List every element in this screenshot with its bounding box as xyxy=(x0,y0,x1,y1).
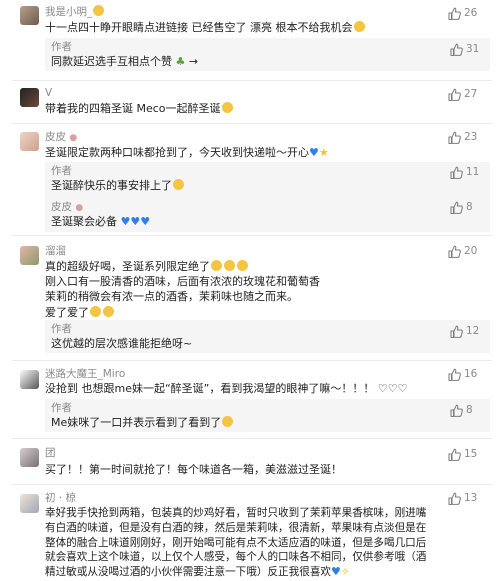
smile-emoji-icon xyxy=(224,260,235,271)
reply-author-name[interactable]: 作者 xyxy=(51,322,72,336)
reply-list: 作者 同款延迟选手互相点个赞 ♣ → 31 xyxy=(45,38,490,71)
reply-list: 作者 圣诞醉快乐的事安排上了 11 皮皮 ● 圣诞聚会必备 ♥♥♥ 8 xyxy=(45,162,490,232)
thumbs-up-icon xyxy=(448,131,461,145)
sparkle-icon: ✧ xyxy=(340,566,350,579)
blue-heart-icon: ♥ xyxy=(309,146,319,159)
thumbs-up-icon xyxy=(450,325,463,339)
comment-username[interactable]: 团 xyxy=(45,446,56,460)
reply-text: 圣诞醉快乐的事安排上了 xyxy=(51,178,185,193)
thumbs-up-icon xyxy=(448,88,461,102)
like-count: 15 xyxy=(464,448,478,460)
thumbs-up-icon xyxy=(450,166,463,180)
reply-text: Me妹咪了一口并表示看到了看到了 xyxy=(51,415,234,430)
comment-username[interactable]: 皮皮 ● xyxy=(45,130,77,145)
reply-text: 这优越的层次感谁能拒绝呀~ xyxy=(51,337,193,350)
reply-list: 作者 Me妹咪了一口并表示看到了看到了 8 xyxy=(45,399,490,432)
comment-text: 幸好我手快抢到两箱，包装真的炒鸡好看，暂时只收到了茉莉苹果香槟味，刚进嘴 有白酒… xyxy=(45,507,427,579)
like-count: 26 xyxy=(464,7,478,19)
comment-item: 初 · 椋 13 幸好我手快抢到两箱，包装真的炒鸡好看，暂时只收到了茉莉苹果香槟… xyxy=(0,485,500,581)
comment-item: 迷路大魔王_Miro 16 没抢到 也想跟me妹一起“醉圣诞”，看到我渴望的眼神… xyxy=(0,361,500,436)
thumbs-up-icon xyxy=(448,7,461,21)
smile-emoji-icon xyxy=(93,5,105,16)
pig-emoji-icon: ● xyxy=(75,203,84,213)
heart-eyes-emoji-icon xyxy=(90,305,101,317)
comment-text: 真的超级好喝，圣诞系列限定绝了 刚入口有一股清香的酒味，后面有浓浓的玫瑰花和葡萄… xyxy=(45,260,320,319)
like-count: 23 xyxy=(464,131,478,143)
comment-text: 没抢到 也想跟me妹一起“醉圣诞”，看到我渴望的眼神了嘛～！！！ ♡♡♡ xyxy=(45,382,408,395)
smile-emoji-icon xyxy=(237,260,248,271)
like-count: 11 xyxy=(466,166,480,178)
like-button[interactable]: 15 xyxy=(428,447,488,463)
avatar[interactable] xyxy=(20,246,39,265)
like-count: 12 xyxy=(466,325,480,337)
comment-username[interactable]: 初 · 椋 xyxy=(45,491,76,505)
smile-emoji-icon xyxy=(222,416,234,427)
thumbs-up-icon xyxy=(450,43,463,57)
pig-emoji-icon: ● xyxy=(69,133,78,143)
reply-author-name[interactable]: 作者 xyxy=(51,401,72,415)
thumbs-up-icon xyxy=(448,492,461,506)
like-count: 8 xyxy=(466,201,473,213)
avatar[interactable] xyxy=(20,132,39,151)
reply-author-name[interactable]: 作者 xyxy=(51,40,72,54)
laughing-emoji-icon xyxy=(353,21,365,32)
reply-text: 圣诞聚会必备 ♥♥♥ xyxy=(51,215,151,228)
like-count: 20 xyxy=(464,245,478,257)
comment-item: 溜溜 20 真的超级好喝，圣诞系列限定绝了 刚入口有一股清香的酒味，后面有浓浓的… xyxy=(0,236,500,358)
comment-username[interactable]: V xyxy=(45,86,52,100)
like-button[interactable]: 13 xyxy=(428,491,488,507)
comment-item: 我是小明_ 26 十一点四十睁开眼睛点进链接 已经售空了 漂亮 根本不给我机会 … xyxy=(0,0,500,79)
comment-item: 团 15 买了！！第一时间就抢了！每个味道各一箱，美滋滋过圣诞！ xyxy=(0,439,500,481)
reply-text: 同款延迟选手互相点个赞 ♣ → xyxy=(51,55,199,68)
reply-author-name[interactable]: 作者 xyxy=(51,164,72,178)
comment-text: 圣诞限定款两种口味都抢到了，今天收到快递啦～开心♥★ xyxy=(45,146,329,159)
comment-item: V 27 带着我的四箱圣诞 Meco一起醉圣诞 xyxy=(0,81,500,121)
comment-text: 买了！！第一时间就抢了！每个味道各一箱，美滋滋过圣诞！ xyxy=(45,463,342,476)
thumbs-up-icon xyxy=(448,245,461,259)
plant-emoji-icon: ♣ xyxy=(175,55,186,68)
thumbs-up-icon xyxy=(450,404,463,418)
like-count: 31 xyxy=(466,43,480,55)
like-count: 16 xyxy=(464,368,478,380)
reply-like-button[interactable]: 8 xyxy=(430,403,490,419)
like-button[interactable]: 20 xyxy=(428,244,488,260)
reply-list: 作者 这优越的层次感谁能拒绝呀~ 12 xyxy=(45,320,490,353)
like-count: 27 xyxy=(464,88,478,100)
comment-text: 十一点四十睁开眼睛点进链接 已经售空了 漂亮 根本不给我机会 xyxy=(45,20,455,35)
comment-item: 皮皮 ● 23 圣诞限定款两种口味都抢到了，今天收到快递啦～开心♥★ 作者 圣诞… xyxy=(0,124,500,234)
reply-user-name[interactable]: 皮皮 ● xyxy=(51,200,83,215)
comment-username[interactable]: 迷路大魔王_Miro xyxy=(45,367,125,381)
thumbs-up-icon xyxy=(448,448,461,462)
avatar[interactable] xyxy=(20,6,39,25)
comment-username[interactable]: 溜溜 xyxy=(45,244,66,258)
comment-username[interactable]: 我是小明_ xyxy=(45,5,105,19)
avatar[interactable] xyxy=(20,448,39,467)
smile-emoji-icon xyxy=(211,260,222,271)
comment-text: 带着我的四箱圣诞 Meco一起醉圣诞 xyxy=(45,101,455,116)
like-count: 13 xyxy=(464,492,478,504)
reply-like-button[interactable]: 12 xyxy=(430,324,490,340)
like-button[interactable]: 23 xyxy=(428,130,488,146)
star-icon: ★ xyxy=(318,146,329,159)
blue-heart-icon: ♥♥♥ xyxy=(120,215,151,228)
like-count: 8 xyxy=(466,404,473,416)
avatar[interactable] xyxy=(20,370,39,389)
thumbs-up-icon xyxy=(450,201,463,215)
avatar[interactable] xyxy=(20,88,39,107)
blue-heart-icon: ♥ xyxy=(331,565,341,579)
smile-emoji-icon xyxy=(173,179,184,190)
heart-eyes-emoji-icon xyxy=(103,305,114,317)
reply-like-button[interactable]: 8 xyxy=(430,200,490,216)
party-emoji-icon xyxy=(221,102,233,113)
reply-like-button[interactable]: 31 xyxy=(430,42,490,58)
reply-like-button[interactable]: 11 xyxy=(430,165,490,181)
thumbs-up-icon xyxy=(448,368,461,382)
avatar[interactable] xyxy=(20,494,39,513)
